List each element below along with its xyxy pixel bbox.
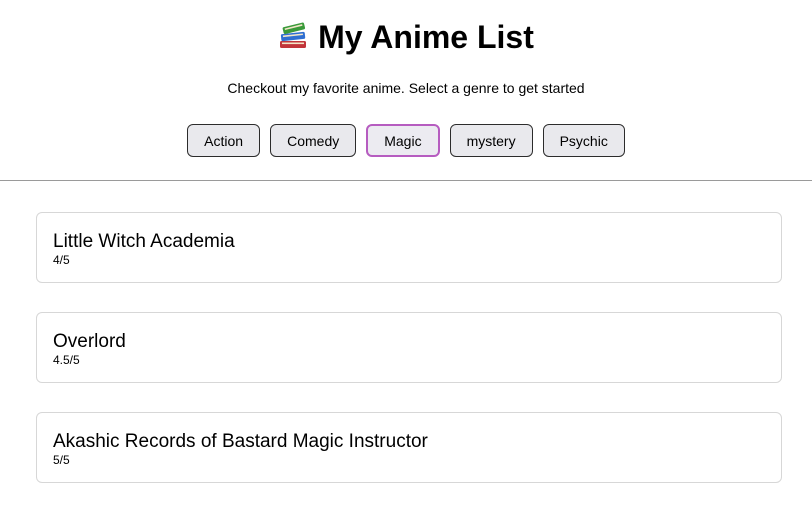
genre-button-mystery[interactable]: mystery: [449, 124, 533, 157]
anime-title: Little Witch Academia: [53, 231, 235, 252]
anime-card: Overlord 4.5/5: [36, 312, 782, 383]
anime-list: Little Witch Academia 4/5 Overlord 4.5/5…: [36, 212, 782, 512]
anime-rating: 4/5: [53, 253, 70, 267]
genre-button-group: Action Comedy Magic mystery Psychic: [0, 124, 812, 157]
anime-rating: 5/5: [53, 453, 70, 467]
genre-button-comedy[interactable]: Comedy: [270, 124, 357, 157]
genre-button-psychic[interactable]: Psychic: [542, 124, 625, 157]
genre-button-magic[interactable]: Magic: [366, 124, 440, 157]
anime-rating: 4.5/5: [53, 353, 80, 367]
page-title: My Anime List: [318, 19, 534, 55]
page-title-row: My Anime List: [0, 16, 812, 58]
genre-button-action[interactable]: Action: [187, 124, 261, 157]
anime-card: Akashic Records of Bastard Magic Instruc…: [36, 412, 782, 483]
anime-title: Overlord: [53, 331, 126, 352]
anime-title: Akashic Records of Bastard Magic Instruc…: [53, 431, 428, 452]
books-icon: [280, 22, 307, 48]
page-header: My Anime List Checkout my favorite anime…: [0, 0, 812, 181]
anime-card: Little Witch Academia 4/5: [36, 212, 782, 283]
page-subtitle: Checkout my favorite anime. Select a gen…: [227, 80, 585, 96]
